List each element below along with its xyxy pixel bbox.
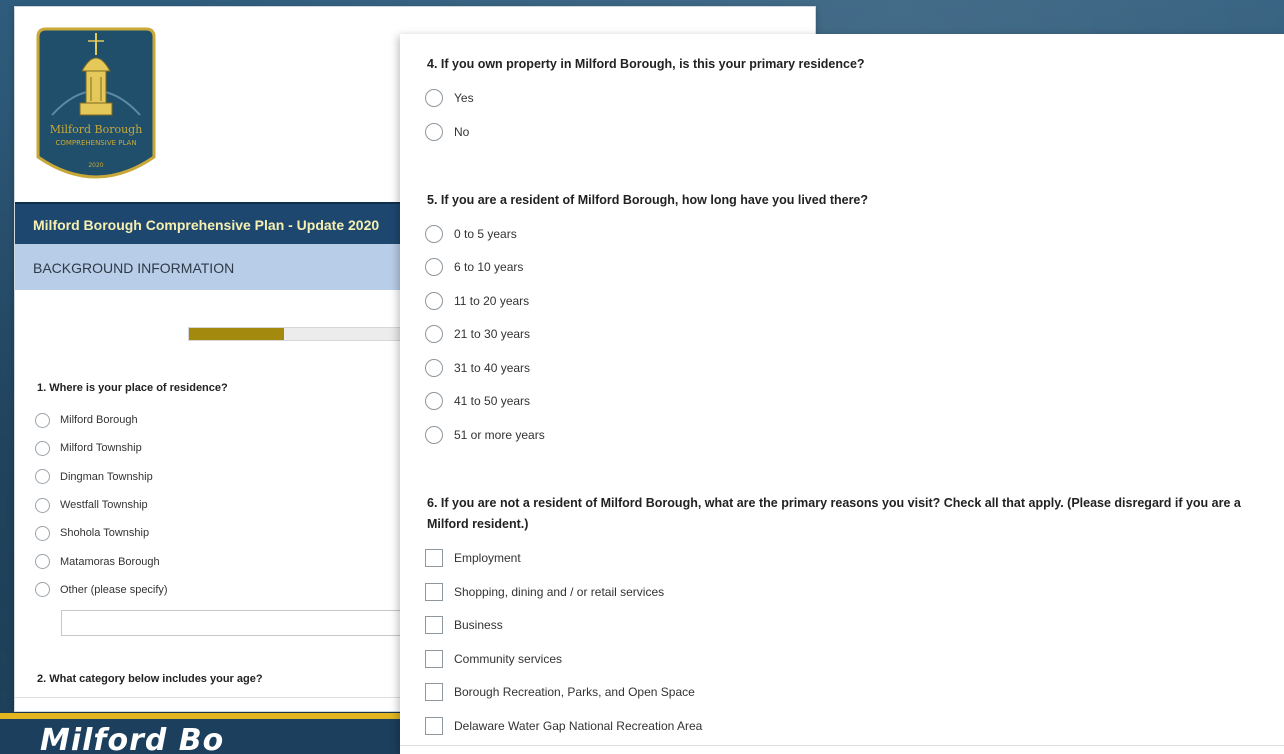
q6-option-employment[interactable]: Employment bbox=[425, 548, 521, 568]
q1-option-milford-borough[interactable]: Milford Borough bbox=[35, 406, 168, 434]
option-label: Borough Recreation, Parks, and Open Spac… bbox=[454, 685, 695, 699]
radio-button[interactable] bbox=[425, 426, 443, 444]
q5-option-6-10[interactable]: 6 to 10 years bbox=[425, 257, 523, 277]
radio-button[interactable] bbox=[425, 225, 443, 243]
option-label: 21 to 30 years bbox=[454, 327, 531, 341]
radio-button[interactable] bbox=[425, 359, 443, 377]
option-label: No bbox=[454, 125, 470, 139]
radio-button[interactable] bbox=[35, 469, 50, 485]
checkbox[interactable] bbox=[425, 583, 443, 601]
radio-button[interactable] bbox=[425, 89, 443, 107]
radio-button[interactable] bbox=[35, 497, 50, 513]
option-label: Delaware Water Gap National Recreation A… bbox=[454, 719, 703, 733]
option-label: 41 to 50 years bbox=[454, 394, 531, 408]
q5-option-31-40[interactable]: 31 to 40 years bbox=[425, 358, 530, 378]
logo-subtitle: COMPREHENSIVE PLAN bbox=[55, 139, 136, 147]
option-label: Community services bbox=[454, 652, 563, 666]
branding-text: Milford Bo bbox=[40, 723, 225, 754]
q6-option-community-services[interactable]: Community services bbox=[425, 649, 562, 669]
option-label: 51 or more years bbox=[454, 428, 545, 442]
option-label: Shohola Township bbox=[60, 527, 150, 540]
option-label: Milford Borough bbox=[60, 414, 138, 427]
option-label: Dingman Township bbox=[60, 470, 153, 483]
radio-button[interactable] bbox=[35, 525, 50, 541]
survey-progress-bar bbox=[188, 327, 428, 341]
option-label: Yes bbox=[454, 91, 474, 105]
radio-button[interactable] bbox=[425, 123, 443, 141]
q1-option-dingman-township[interactable]: Dingman Township bbox=[35, 463, 168, 491]
q6-option-delaware-water-gap[interactable]: Delaware Water Gap National Recreation A… bbox=[425, 716, 702, 736]
option-label: 0 to 5 years bbox=[454, 227, 517, 241]
option-label: 6 to 10 years bbox=[454, 260, 524, 274]
q4-option-no[interactable]: No bbox=[425, 122, 469, 142]
survey-progress-fill bbox=[189, 328, 285, 340]
option-label: Employment bbox=[454, 551, 521, 565]
gold-accent-line bbox=[0, 713, 400, 719]
q1-option-milford-township[interactable]: Milford Township bbox=[35, 434, 168, 462]
question-4-title: 4. If you own property in Milford Boroug… bbox=[427, 57, 865, 71]
radio-button[interactable] bbox=[35, 412, 50, 428]
radio-button[interactable] bbox=[35, 440, 50, 456]
q5-option-11-20[interactable]: 11 to 20 years bbox=[425, 291, 529, 311]
radio-button[interactable] bbox=[425, 392, 443, 410]
survey-page-foreground-panel: 4. If you own property in Milford Boroug… bbox=[400, 34, 1284, 754]
option-label: 31 to 40 years bbox=[454, 361, 531, 375]
question-2-title: 2. What category below includes your age… bbox=[37, 673, 263, 685]
question-1-options: Milford Borough Milford Township Dingman… bbox=[35, 406, 168, 604]
q5-option-51-plus[interactable]: 51 or more years bbox=[425, 425, 545, 445]
q1-option-shohola-township[interactable]: Shohola Township bbox=[35, 519, 168, 547]
q6-option-recreation-parks[interactable]: Borough Recreation, Parks, and Open Spac… bbox=[425, 682, 695, 702]
section-title: BACKGROUND INFORMATION bbox=[33, 260, 235, 276]
option-label: 11 to 20 years bbox=[454, 294, 530, 308]
option-label: Shopping, dining and / or retail service… bbox=[454, 585, 665, 599]
option-label: Matamoras Borough bbox=[60, 555, 160, 568]
checkbox[interactable] bbox=[425, 683, 443, 701]
checkbox[interactable] bbox=[425, 549, 443, 567]
option-label: Westfall Township bbox=[60, 499, 148, 512]
checkbox[interactable] bbox=[425, 650, 443, 668]
survey-title: Milford Borough Comprehensive Plan - Upd… bbox=[33, 217, 380, 233]
checkbox[interactable] bbox=[425, 717, 443, 735]
question-6-title: 6. If you are not a resident of Milford … bbox=[427, 496, 1241, 531]
q1-option-matamoras-borough[interactable]: Matamoras Borough bbox=[35, 547, 168, 575]
q6-option-shopping[interactable]: Shopping, dining and / or retail service… bbox=[425, 582, 664, 602]
radio-button[interactable] bbox=[425, 258, 443, 276]
radio-button[interactable] bbox=[425, 292, 443, 310]
q6-option-business[interactable]: Business bbox=[425, 615, 503, 635]
logo-year: 2020 bbox=[88, 162, 103, 169]
question-5-title: 5. If you are a resident of Milford Boro… bbox=[427, 193, 869, 207]
option-label: Milford Township bbox=[60, 442, 142, 455]
q1-option-westfall-township[interactable]: Westfall Township bbox=[35, 491, 168, 519]
divider bbox=[400, 745, 1284, 746]
radio-button[interactable] bbox=[425, 325, 443, 343]
q5-option-41-50[interactable]: 41 to 50 years bbox=[425, 391, 530, 411]
milford-logo: Milford Borough COMPREHENSIVE PLAN 2020 bbox=[36, 27, 156, 179]
other-specify-input[interactable] bbox=[61, 610, 421, 636]
radio-button[interactable] bbox=[35, 554, 50, 570]
bottom-branding-strip: Milford Bo bbox=[0, 713, 400, 754]
option-label: Other (please specify) bbox=[60, 583, 168, 596]
q1-option-other[interactable]: Other (please specify) bbox=[35, 576, 168, 604]
checkbox[interactable] bbox=[425, 616, 443, 634]
question-1-title: 1. Where is your place of residence? bbox=[37, 382, 228, 394]
q4-option-yes[interactable]: Yes bbox=[425, 88, 474, 108]
option-label: Business bbox=[454, 618, 503, 632]
q5-option-21-30[interactable]: 21 to 30 years bbox=[425, 324, 530, 344]
logo-name: Milford Borough bbox=[50, 123, 143, 136]
q5-option-0-5[interactable]: 0 to 5 years bbox=[425, 224, 517, 244]
radio-button[interactable] bbox=[35, 582, 50, 598]
